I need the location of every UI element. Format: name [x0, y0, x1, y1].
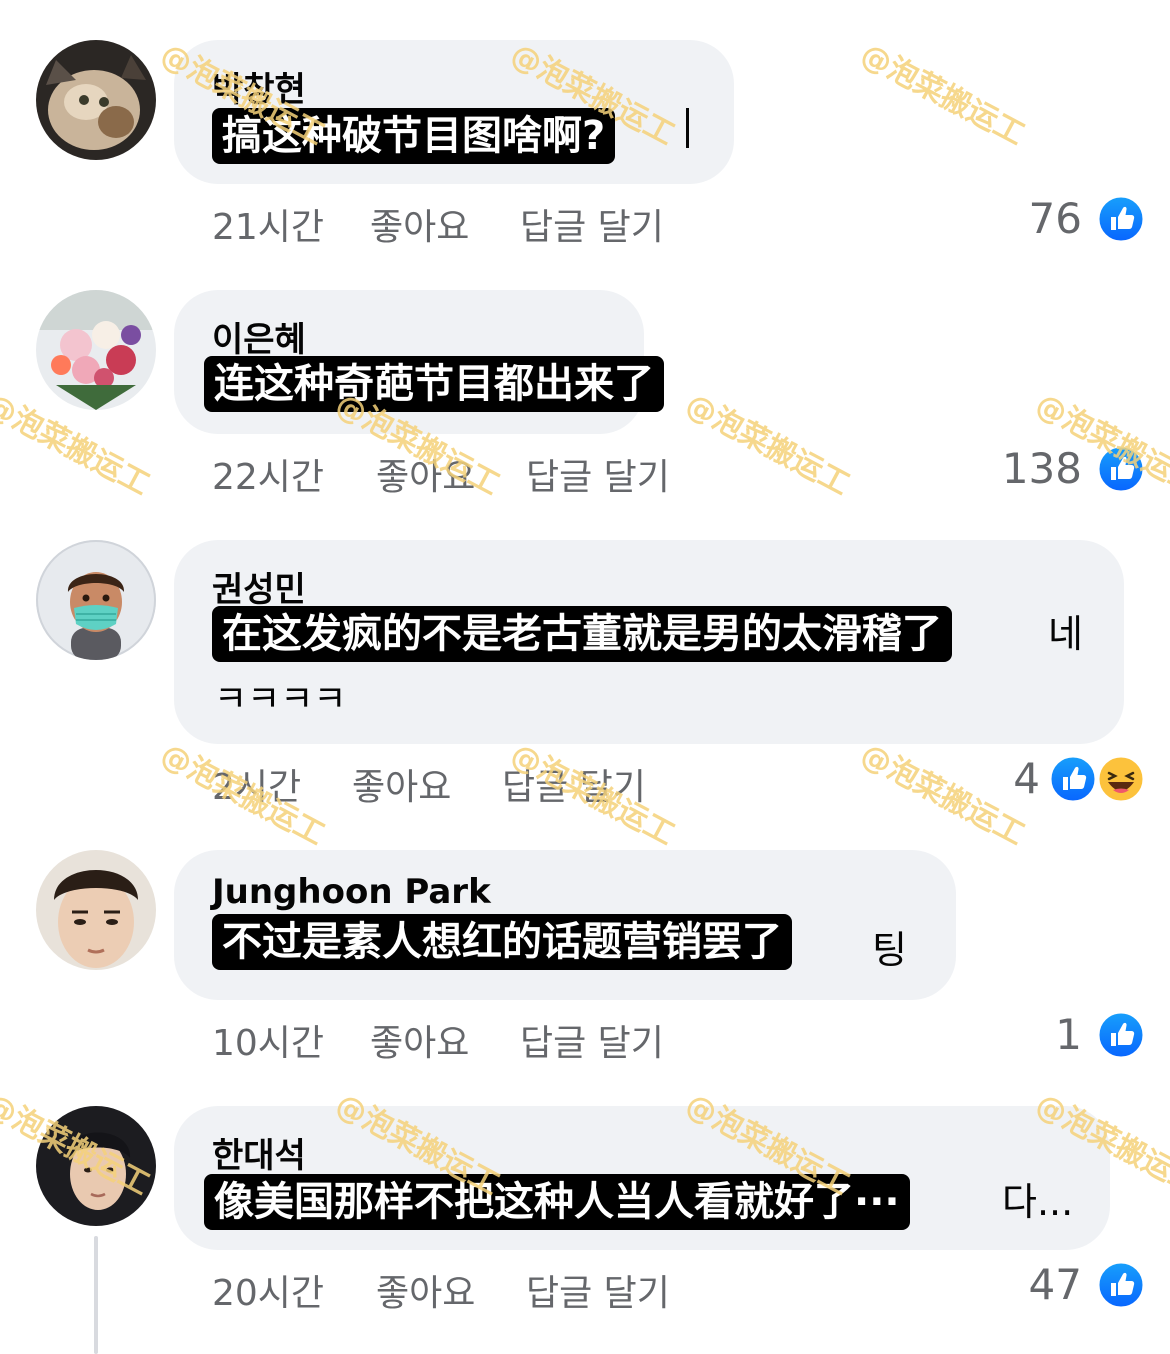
reaction-count: 47: [1028, 1260, 1082, 1309]
like-reaction-icon: [1096, 1260, 1146, 1310]
comment-time[interactable]: 22시간: [212, 448, 324, 500]
comment-author[interactable]: 권성민: [212, 562, 306, 611]
reaction-summary[interactable]: 76: [1006, 194, 1146, 244]
reaction-count: 4: [1013, 754, 1040, 803]
man-face-photo-icon: [36, 850, 156, 970]
like-button[interactable]: 좋아요: [352, 758, 451, 810]
watermark: @泡菜搬运工: [679, 387, 856, 503]
watermark: @泡菜搬运工: [854, 37, 1031, 153]
comment-text-tail: 팅: [872, 928, 907, 972]
reply-button[interactable]: 답글 달기: [502, 758, 646, 810]
reply-button[interactable]: 답글 달기: [520, 198, 664, 250]
reply-button[interactable]: 답글 달기: [520, 1014, 664, 1066]
person-photo-icon: [36, 1106, 156, 1226]
cat-photo-icon: [36, 40, 156, 160]
reaction-count: 1: [1055, 1010, 1082, 1059]
comment-text-overlay: 像美国那样不把这种人当人看就好了···: [204, 1174, 910, 1230]
comment-text-overlay: 不过是素人想红的话题营销罢了: [212, 914, 792, 970]
reaction-summary[interactable]: 138: [986, 444, 1146, 494]
avatar[interactable]: [36, 40, 156, 160]
reply-button[interactable]: 답글 달기: [526, 1264, 670, 1316]
comment-bubble: 권성민 在这发疯的不是老古董就是男的太滑稽了 네 ㅋㅋㅋㅋ: [174, 540, 1124, 744]
like-reaction-icon: [1096, 444, 1146, 494]
like-button[interactable]: 좋아요: [370, 198, 469, 250]
comment-time[interactable]: 21시간: [212, 198, 324, 250]
comment-text-overlay: 连这种奇葩节目都出来了: [204, 356, 664, 412]
avatar[interactable]: [36, 540, 156, 660]
memoji-with-mask-icon: [67, 572, 125, 660]
reaction-summary[interactable]: 47: [1006, 1260, 1146, 1310]
like-button[interactable]: 좋아요: [376, 448, 475, 500]
comment-author[interactable]: 이은혜: [212, 312, 306, 361]
comment-author[interactable]: Junghoon Park: [212, 872, 491, 912]
comment-text-overlay: 搞这种破节目图啥啊?: [212, 108, 616, 164]
comment-text-tail: 네: [1048, 612, 1083, 656]
comment-time[interactable]: 20시간: [212, 1264, 324, 1316]
comment-author[interactable]: 한대석: [212, 1128, 306, 1177]
like-reaction-icon: [1096, 1010, 1146, 1060]
comment-bubble: 이은혜 连这种奇葩节目都出来了: [174, 290, 664, 434]
like-reaction-icon: [1048, 754, 1098, 804]
avatar[interactable]: [36, 1106, 156, 1226]
reaction-summary[interactable]: 1: [1026, 1010, 1146, 1060]
comment-text-tail: 다...: [1002, 1180, 1074, 1224]
reply-button[interactable]: 답글 달기: [526, 448, 670, 500]
avatar[interactable]: [36, 290, 156, 410]
comment-text-line2: ㅋㅋㅋㅋ: [214, 679, 347, 720]
flower-bouquet-photo-icon: [36, 290, 156, 410]
like-reaction-icon: [1096, 194, 1146, 244]
comment-bubble: Junghoon Park 不过是素人想红的话题营销罢了 팅: [174, 850, 956, 1000]
reply-thread-line: [94, 1236, 98, 1354]
comment-time[interactable]: 2시간: [212, 758, 301, 810]
comment-author[interactable]: 박창현: [212, 62, 306, 111]
comment-text-overlay: 在这发疯的不是老古董就是男的太滑稽了: [212, 606, 952, 662]
like-button[interactable]: 좋아요: [370, 1014, 469, 1066]
reaction-summary[interactable]: 4: [986, 754, 1146, 804]
avatar[interactable]: [36, 850, 156, 970]
haha-reaction-icon: [1096, 754, 1146, 804]
reaction-count: 76: [1028, 194, 1082, 243]
comment-bubble: 한대석 像美国那样不把这种人当人看就好了··· 다...: [174, 1106, 1110, 1250]
comment-bubble: 박창현 搞这种破节目图啥啊?: [174, 40, 734, 184]
comment-time[interactable]: 10시간: [212, 1014, 324, 1066]
comment-text-tail: [686, 108, 697, 148]
like-button[interactable]: 좋아요: [376, 1264, 475, 1316]
reaction-count: 138: [1001, 444, 1082, 493]
